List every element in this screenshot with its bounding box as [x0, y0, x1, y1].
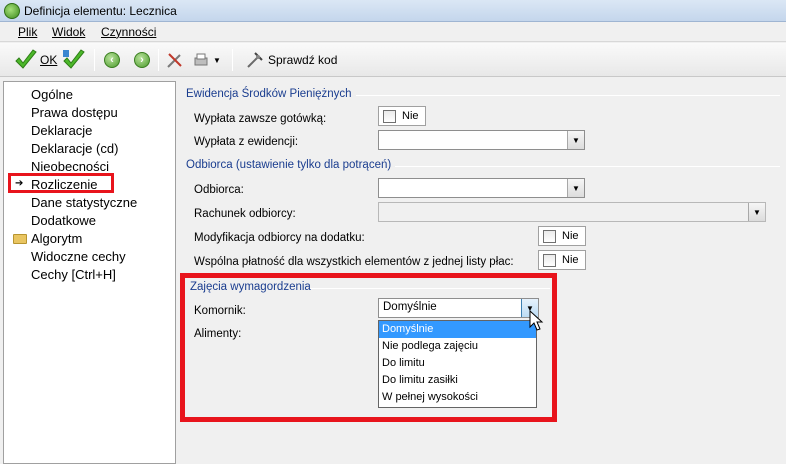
recipient-combo[interactable]: ▼: [378, 178, 585, 198]
from-register-combo[interactable]: ▼: [378, 130, 585, 150]
ok-save-button[interactable]: [62, 48, 86, 72]
tools-button[interactable]: [166, 48, 184, 72]
checkbox-square-icon: [543, 253, 556, 267]
chevron-down-icon[interactable]: ▼: [567, 179, 584, 197]
checkmark-save-icon: [63, 49, 85, 69]
window-title: Definicja elementu: Lecznica: [24, 4, 177, 18]
selected-arrow-icon: ➔: [15, 178, 24, 189]
menu-bar: Plik Widok Czynności: [0, 22, 786, 42]
menu-plik[interactable]: Plik: [18, 25, 37, 39]
tree-item-prawa-dostepu[interactable]: Prawa dostępu: [31, 105, 118, 120]
tree-item-deklaracje[interactable]: Deklaracje: [31, 123, 92, 138]
print-dropdown-icon[interactable]: ▼: [213, 56, 221, 65]
toolbar-separator: [232, 49, 233, 71]
tree-item-dane-statystyczne[interactable]: Dane statystyczne: [31, 195, 137, 210]
tree-item-rozliczenie[interactable]: Rozliczenie: [31, 177, 97, 192]
always-cash-value: Nie: [402, 110, 419, 122]
check-code-button[interactable]: Sprawdź kod: [246, 48, 337, 72]
common-payment-checkbox[interactable]: Nie: [538, 250, 586, 270]
chevron-down-icon[interactable]: ▼: [567, 131, 584, 149]
ok-button[interactable]: OK: [14, 48, 57, 72]
common-payment-label: Wspólna płatność dla wszystkich elementó…: [194, 256, 514, 268]
tree-item-widoczne-cechy[interactable]: Widoczne cechy: [31, 249, 126, 264]
title-bar: Definicja elementu: Lecznica: [0, 0, 786, 22]
common-payment-value: Nie: [562, 254, 579, 266]
tree-item-nieobecnosci[interactable]: Nieobecności: [31, 159, 109, 174]
tree-item-ogolne[interactable]: Ogólne: [31, 87, 73, 102]
modify-recipient-checkbox[interactable]: Nie: [538, 226, 586, 246]
section-divider: [395, 166, 780, 167]
from-register-label: Wypłata z ewidencji:: [194, 136, 299, 148]
always-cash-checkbox[interactable]: Nie: [378, 106, 426, 126]
modify-recipient-value: Nie: [562, 230, 579, 242]
arrow-left-icon: ‹: [104, 52, 120, 68]
app-icon: [4, 3, 20, 19]
toolbar: OK ‹ › ▼ Sprawdź kod: [0, 43, 786, 77]
checkbox-square-icon: [543, 229, 556, 243]
arrow-right-icon: ›: [134, 52, 150, 68]
modify-recipient-label: Modyfikacja odbiorcy na dodatku:: [194, 232, 365, 244]
toolbar-separator: [158, 49, 159, 71]
folder-icon: [13, 234, 27, 244]
section-divider: [356, 95, 780, 96]
account-combo[interactable]: ▼: [378, 202, 766, 222]
annotation-highlight-box: [180, 273, 557, 422]
tree-item-algorytm[interactable]: Algorytm: [31, 231, 82, 246]
print-button[interactable]: ▼: [192, 48, 221, 72]
ok-label: OK: [40, 53, 58, 67]
menu-widok[interactable]: Widok: [52, 25, 85, 39]
checkbox-square-icon: [383, 109, 396, 123]
always-cash-label: Wypłata zawsze gotówką:: [194, 113, 327, 125]
printer-icon: [194, 53, 208, 66]
toolbar-separator: [94, 49, 95, 71]
recipient-label: Odbiorca:: [194, 184, 244, 196]
tree-item-cechy[interactable]: Cechy [Ctrl+H]: [31, 267, 116, 282]
tree-item-deklaracje-cd[interactable]: Deklaracje (cd): [31, 141, 118, 156]
account-label: Rachunek odbiorcy:: [194, 208, 296, 220]
previous-button[interactable]: ‹: [104, 48, 120, 72]
check-code-icon: [247, 52, 263, 68]
chevron-down-icon[interactable]: ▼: [748, 203, 765, 221]
checkmark-icon: [15, 49, 37, 69]
check-code-label: Sprawdź kod: [268, 53, 338, 67]
recipient-section-title: Odbiorca (ustawienie tylko dla potrąceń): [186, 159, 392, 171]
menu-czynnosci[interactable]: Czynności: [101, 25, 156, 39]
next-button[interactable]: ›: [134, 48, 150, 72]
tree-item-dodatkowe[interactable]: Dodatkowe: [31, 213, 96, 228]
navigation-tree: Ogólne Prawa dostępu Deklaracje Deklarac…: [3, 81, 176, 464]
tools-icon: [167, 53, 182, 68]
cash-section-title: Ewidencja Środków Pieniężnych: [186, 88, 352, 100]
mouse-cursor-icon: [529, 310, 544, 331]
